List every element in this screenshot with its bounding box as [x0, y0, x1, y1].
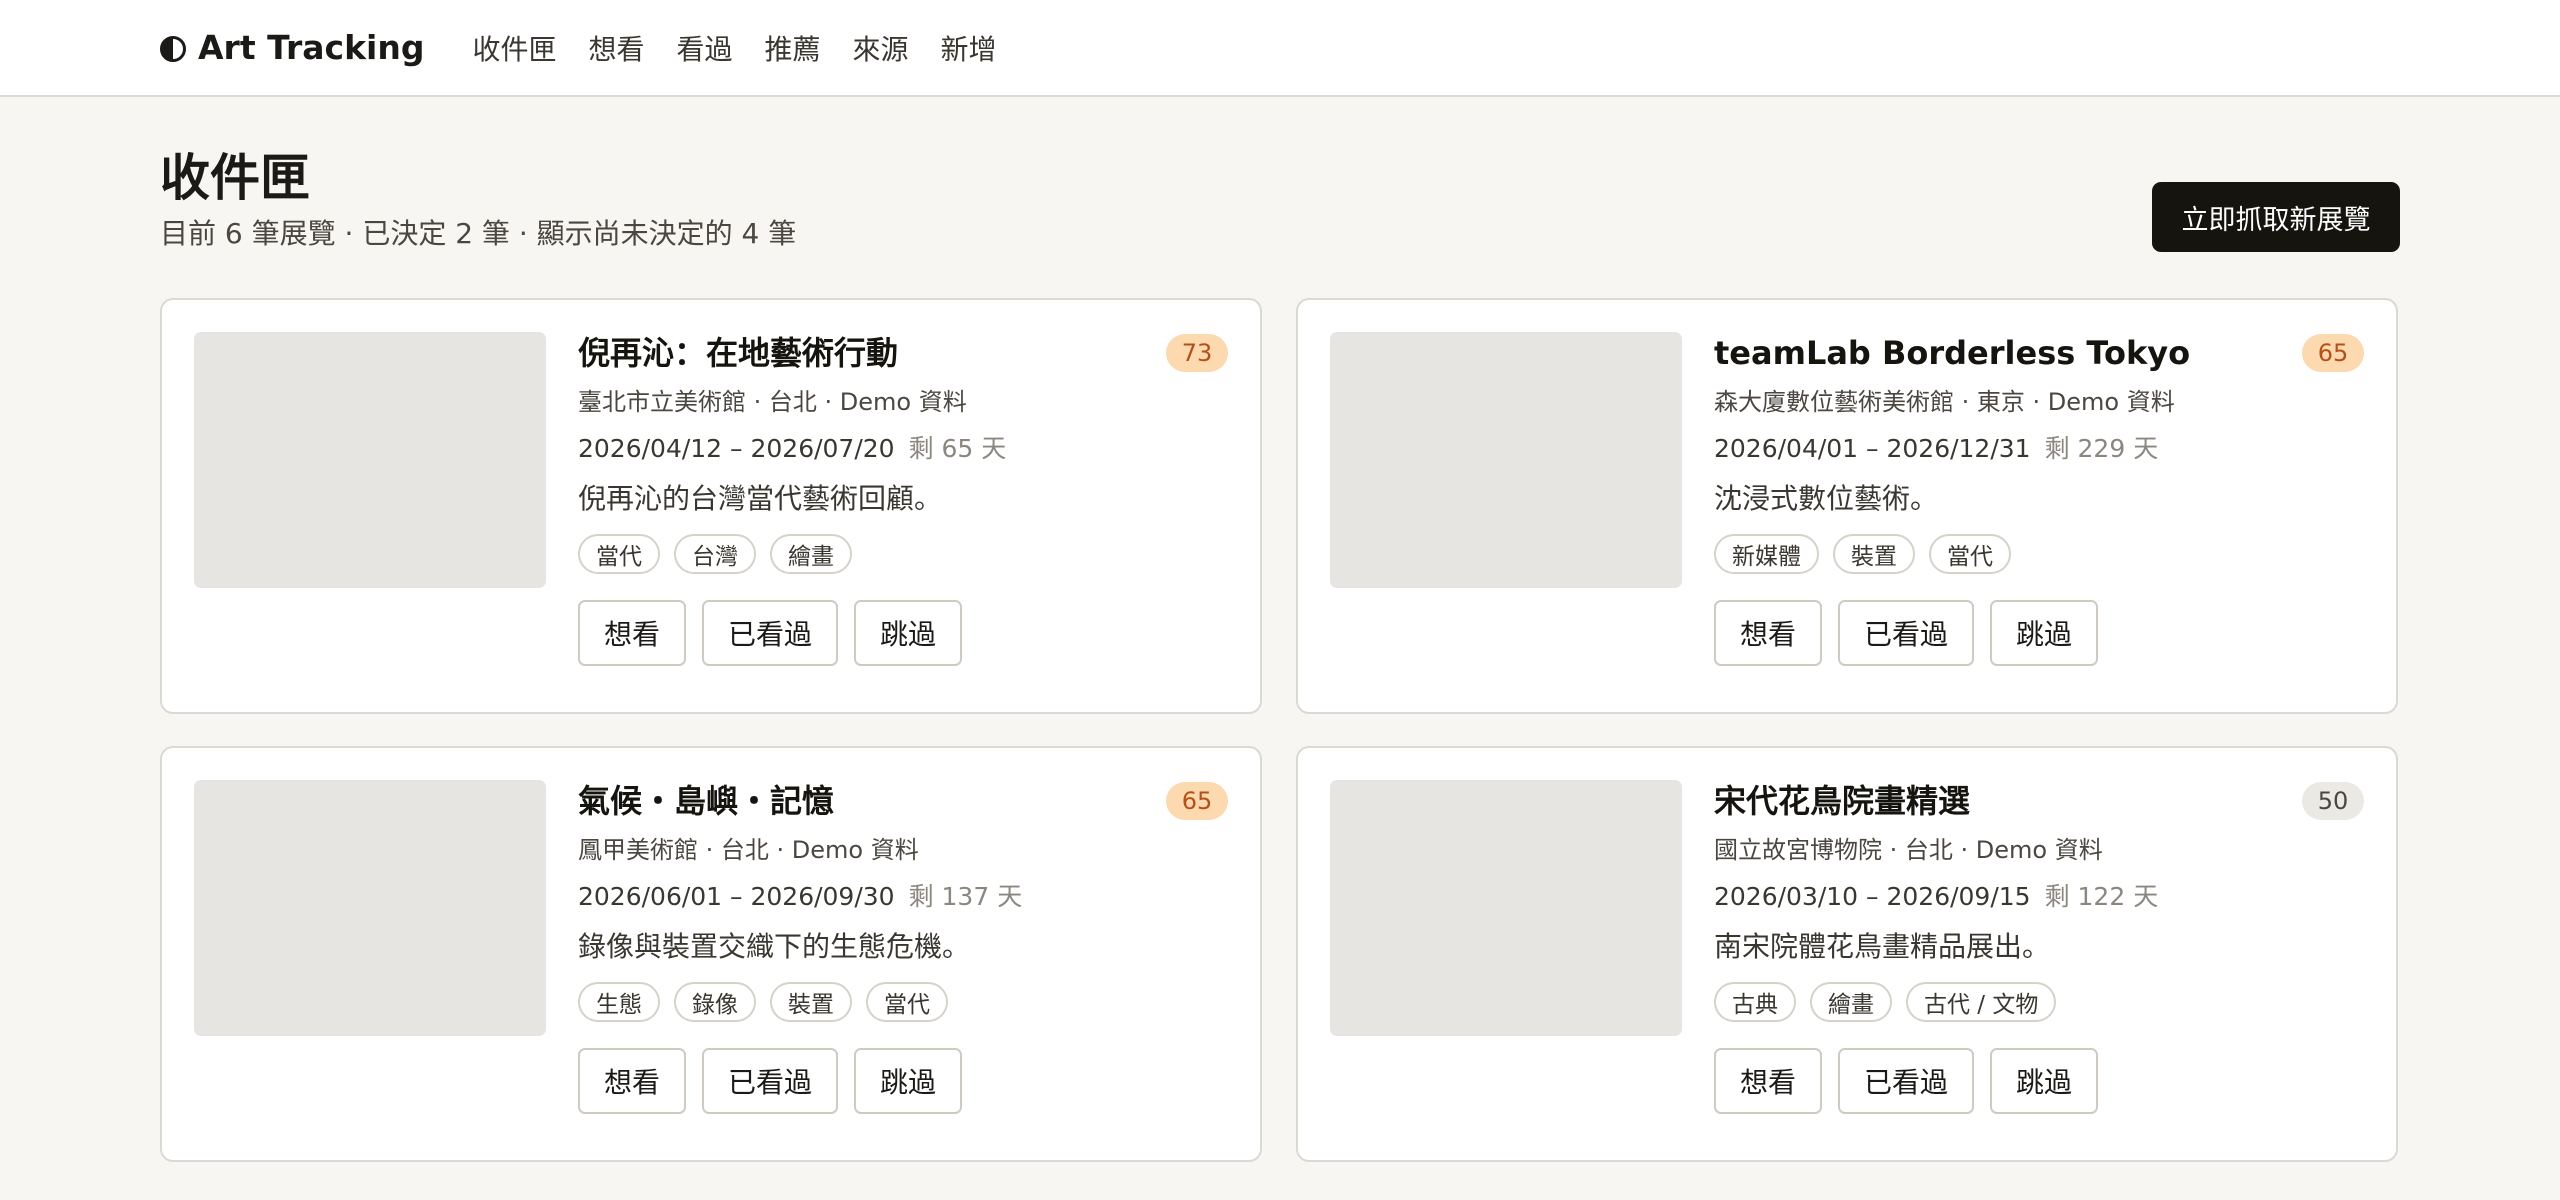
score-badge: 73 — [1166, 334, 1228, 372]
tag-chip[interactable]: 生態 — [578, 982, 660, 1022]
want-to-see-button[interactable]: 想看 — [1714, 1048, 1823, 1114]
exhibition-card: 倪再沁：在地藝術行動 73 臺北市立美術館 · 台北 · Demo 資料 202… — [160, 298, 1262, 714]
skip-button[interactable]: 跳過 — [854, 600, 963, 666]
exhibition-title[interactable]: 倪再沁：在地藝術行動 — [578, 332, 1228, 374]
card-body: 宋代花鳥院畫精選 50 國立故宮博物院 · 台北 · Demo 資料 2026/… — [1714, 780, 2364, 1114]
exhibition-title[interactable]: 宋代花鳥院畫精選 — [1714, 780, 2364, 822]
exhibition-card: 氣候・島嶼・記憶 65 鳳甲美術館 · 台北 · Demo 資料 2026/06… — [160, 746, 1262, 1162]
tag-chip[interactable]: 錄像 — [674, 982, 756, 1022]
nav-item-want-to-see[interactable]: 想看 — [588, 28, 644, 68]
score-badge: 65 — [2302, 334, 2364, 372]
brand-logo[interactable]: Art Tracking — [160, 28, 424, 67]
exhibition-card: teamLab Borderless Tokyo 65 森大廈數位藝術美術館 ·… — [1296, 298, 2398, 714]
card-actions: 想看 已看過 跳過 — [1714, 600, 2364, 666]
brand-name: Art Tracking — [198, 28, 425, 67]
tag-list: 當代 台灣 繪畫 — [578, 534, 1228, 574]
exhibition-thumbnail[interactable] — [1330, 332, 1682, 588]
page-title: 收件匣 — [160, 149, 310, 207]
nav-item-add[interactable]: 新增 — [941, 28, 997, 68]
already-seen-button[interactable]: 已看過 — [1838, 600, 1975, 666]
card-body: teamLab Borderless Tokyo 65 森大廈數位藝術美術館 ·… — [1714, 332, 2364, 666]
already-seen-button[interactable]: 已看過 — [702, 1048, 839, 1114]
exhibition-dates: 2026/04/12 – 2026/07/20 剩 65 天 — [578, 432, 1228, 466]
want-to-see-button[interactable]: 想看 — [578, 1048, 687, 1114]
exhibition-card-grid: 倪再沁：在地藝術行動 73 臺北市立美術館 · 台北 · Demo 資料 202… — [160, 298, 2400, 1162]
card-actions: 想看 已看過 跳過 — [578, 600, 1228, 666]
top-nav-bar: Art Tracking 收件匣 想看 看過 推薦 來源 新增 — [0, 0, 2560, 97]
days-remaining: 剩 122 天 — [2044, 882, 2159, 911]
card-actions: 想看 已看過 跳過 — [1714, 1048, 2364, 1114]
exhibition-description: 南宋院體花鳥畫精品展出。 — [1714, 930, 2051, 963]
half-circle-logo-icon — [160, 36, 186, 62]
exhibition-description: 沈浸式數位藝術。 — [1714, 482, 1939, 515]
exhibition-venue: 國立故宮博物院 · 台北 · Demo 資料 — [1714, 836, 2103, 864]
exhibition-thumbnail[interactable] — [194, 332, 546, 588]
days-remaining: 剩 137 天 — [908, 882, 1023, 911]
exhibition-description: 倪再沁的台灣當代藝術回顧。 — [578, 482, 943, 515]
main-nav: 收件匣 想看 看過 推薦 來源 新增 — [472, 28, 1028, 68]
score-badge: 50 — [2302, 782, 2364, 820]
score-badge: 65 — [1166, 782, 1228, 820]
tag-chip[interactable]: 當代 — [866, 982, 948, 1022]
exhibition-dates: 2026/04/01 – 2026/12/31 剩 229 天 — [1714, 432, 2364, 466]
tag-list: 古典 繪畫 古代 / 文物 — [1714, 982, 2364, 1022]
date-range: 2026/04/01 – 2026/12/31 — [1714, 434, 2031, 463]
skip-button[interactable]: 跳過 — [1990, 600, 2099, 666]
tag-chip[interactable]: 當代 — [578, 534, 660, 574]
exhibition-title[interactable]: 氣候・島嶼・記憶 — [578, 780, 1228, 822]
date-range: 2026/06/01 – 2026/09/30 — [578, 882, 895, 911]
tag-chip[interactable]: 裝置 — [1833, 534, 1915, 574]
days-remaining: 剩 229 天 — [2044, 434, 2159, 463]
exhibition-thumbnail[interactable] — [194, 780, 546, 1036]
tag-chip[interactable]: 當代 — [1929, 534, 2011, 574]
exhibition-title[interactable]: teamLab Borderless Tokyo — [1714, 332, 2364, 374]
tag-chip[interactable]: 裝置 — [770, 982, 852, 1022]
tag-chip[interactable]: 台灣 — [674, 534, 756, 574]
tag-chip[interactable]: 新媒體 — [1714, 534, 1819, 574]
tag-chip[interactable]: 古典 — [1714, 982, 1796, 1022]
tag-list: 新媒體 裝置 當代 — [1714, 534, 2364, 574]
exhibition-thumbnail[interactable] — [1330, 780, 1682, 1036]
tag-chip[interactable]: 古代 / 文物 — [1906, 982, 2057, 1022]
exhibition-dates: 2026/06/01 – 2026/09/30 剩 137 天 — [578, 880, 1228, 914]
days-remaining: 剩 65 天 — [908, 434, 1007, 463]
nav-item-seen[interactable]: 看過 — [676, 28, 732, 68]
exhibition-venue: 臺北市立美術館 · 台北 · Demo 資料 — [578, 388, 967, 416]
exhibition-description: 錄像與裝置交織下的生態危機。 — [578, 930, 971, 963]
want-to-see-button[interactable]: 想看 — [578, 600, 687, 666]
skip-button[interactable]: 跳過 — [854, 1048, 963, 1114]
exhibition-dates: 2026/03/10 – 2026/09/15 剩 122 天 — [1714, 880, 2364, 914]
tag-chip[interactable]: 繪畫 — [1810, 982, 1892, 1022]
fetch-new-exhibitions-button[interactable]: 立即抓取新展覽 — [2152, 182, 2400, 252]
exhibition-venue: 森大廈數位藝術美術館 · 東京 · Demo 資料 — [1714, 388, 2175, 416]
exhibition-venue: 鳳甲美術館 · 台北 · Demo 資料 — [578, 836, 919, 864]
tag-list: 生態 錄像 裝置 當代 — [578, 982, 1228, 1022]
skip-button[interactable]: 跳過 — [1990, 1048, 2099, 1114]
card-body: 倪再沁：在地藝術行動 73 臺北市立美術館 · 台北 · Demo 資料 202… — [578, 332, 1228, 666]
nav-item-recommended[interactable]: 推薦 — [765, 28, 821, 68]
want-to-see-button[interactable]: 想看 — [1714, 600, 1823, 666]
date-range: 2026/04/12 – 2026/07/20 — [578, 434, 895, 463]
tag-chip[interactable]: 繪畫 — [770, 534, 852, 574]
already-seen-button[interactable]: 已看過 — [1838, 1048, 1975, 1114]
exhibition-card: 宋代花鳥院畫精選 50 國立故宮博物院 · 台北 · Demo 資料 2026/… — [1296, 746, 2398, 1162]
page-header: 收件匣 目前 6 筆展覽 · 已決定 2 筆 · 顯示尚未決定的 4 筆 立即抓… — [160, 148, 2400, 258]
nav-item-inbox[interactable]: 收件匣 — [472, 28, 556, 68]
date-range: 2026/03/10 – 2026/09/15 — [1714, 882, 2031, 911]
page-subtitle: 目前 6 筆展覽 · 已決定 2 筆 · 顯示尚未決定的 4 筆 — [160, 217, 797, 250]
already-seen-button[interactable]: 已看過 — [702, 600, 839, 666]
card-body: 氣候・島嶼・記憶 65 鳳甲美術館 · 台北 · Demo 資料 2026/06… — [578, 780, 1228, 1114]
card-actions: 想看 已看過 跳過 — [578, 1048, 1228, 1114]
nav-item-sources[interactable]: 來源 — [853, 28, 909, 68]
